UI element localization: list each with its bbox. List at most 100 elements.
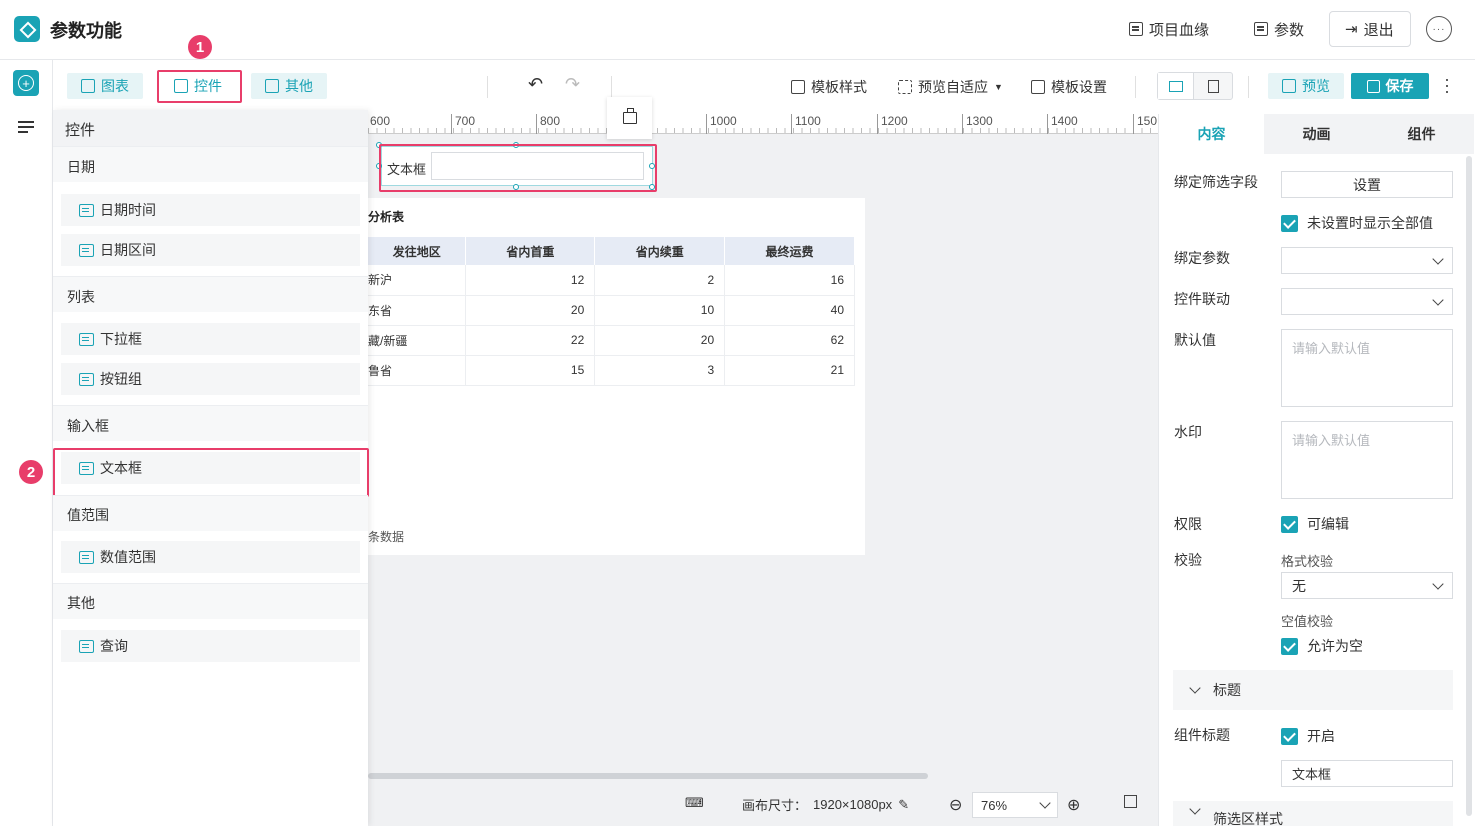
section-title: 列表	[67, 289, 95, 305]
zoom-in-icon[interactable]: ⊕	[1067, 795, 1080, 815]
toolbar-divider	[487, 76, 488, 98]
library-item-number-range[interactable]: 数值范围	[61, 541, 360, 573]
horizontal-scrollbar[interactable]	[368, 773, 928, 779]
format-validation-select[interactable]: 无	[1281, 572, 1453, 599]
zoom-select[interactable]: 76%	[972, 792, 1058, 818]
caret-down-icon: ▼	[994, 82, 1003, 92]
allow-empty-checkbox[interactable]: 允许为空	[1281, 636, 1363, 656]
save-button[interactable]: 保存	[1351, 73, 1429, 99]
canvas-size[interactable]: 画布尺寸： 1920×1080px ✎	[742, 795, 909, 814]
table-header: 最终运费	[724, 237, 855, 265]
show-all-checkbox[interactable]: 未设置时显示全部值	[1281, 213, 1433, 233]
add-component-button[interactable]: +	[13, 70, 39, 96]
more-options-icon[interactable]: ···	[1426, 16, 1452, 42]
lineage-icon	[1129, 22, 1143, 36]
number-range-icon	[79, 550, 94, 564]
fullscreen-icon[interactable]	[1124, 795, 1137, 808]
section-title: 其他	[67, 595, 95, 611]
template-style-button[interactable]: 模板样式	[791, 77, 867, 97]
table-cell: 12	[465, 265, 596, 296]
title-text-input[interactable]: 文本框	[1281, 760, 1453, 787]
exit-button-content[interactable]: ⇥ 退出	[1345, 18, 1394, 40]
redo-icon[interactable]: ↷	[565, 74, 580, 95]
library-item-query[interactable]: 查询	[61, 630, 360, 662]
save-icon	[1366, 79, 1380, 93]
table-cell: 15	[465, 355, 596, 386]
table-row: 东省 20 10 40	[368, 295, 855, 326]
table-header: 发往地区	[368, 237, 467, 265]
app-logo-icon	[14, 16, 40, 42]
left-rail	[0, 60, 53, 826]
table-header: 省内续重	[594, 237, 726, 265]
floating-toolbox-button[interactable]	[607, 97, 652, 139]
chevron-down-icon	[1189, 682, 1201, 694]
default-value-textarea[interactable]: 请输入默认值	[1281, 329, 1453, 407]
undo-icon[interactable]: ↶	[528, 74, 543, 95]
tab-content[interactable]: 内容	[1159, 114, 1264, 154]
table-row: 藏/新疆 22 20 62	[368, 325, 855, 356]
panel-scrollbar[interactable]	[1466, 156, 1472, 816]
desktop-view-button[interactable]	[1158, 73, 1194, 99]
tab-charts[interactable]: 图表	[67, 73, 143, 99]
filter-style-group-header[interactable]: 筛选区样式	[1173, 801, 1453, 826]
table-cell: 新沪	[368, 265, 467, 296]
title-group-header[interactable]: 标题	[1173, 670, 1453, 710]
highlight-box-1	[157, 70, 242, 103]
table-header: 省内首重	[465, 237, 596, 265]
exit-icon: ⇥	[1345, 21, 1358, 38]
toolbar-divider	[1135, 76, 1136, 98]
checkbox-checked-icon	[1281, 214, 1298, 232]
ruler-label: 1300	[962, 114, 993, 134]
params-icon	[1254, 22, 1268, 36]
table-cell: 22	[465, 325, 596, 356]
bind-param-select[interactable]	[1281, 247, 1453, 274]
ruler-label: 1000	[706, 114, 737, 134]
keyboard-icon[interactable]: ⌨	[685, 795, 704, 811]
default-value-label: 默认值	[1174, 332, 1216, 348]
other-icon	[265, 79, 279, 93]
control-link-label: 控件联动	[1174, 291, 1230, 307]
tab-component[interactable]: 组件	[1369, 114, 1474, 154]
checkbox-checked-icon	[1281, 515, 1298, 533]
tab-animation[interactable]: 动画	[1264, 114, 1369, 154]
chart-icon	[81, 79, 95, 93]
zoom-out-icon[interactable]: ⊖	[949, 795, 962, 815]
chevron-down-icon	[1432, 293, 1444, 306]
editable-checkbox[interactable]: 可编辑	[1281, 514, 1349, 534]
bind-filter-field-label: 绑定筛选字段	[1174, 174, 1258, 190]
tab-other[interactable]: 其他	[251, 73, 327, 99]
template-settings-button[interactable]: 模板设置	[1031, 77, 1107, 97]
section-title: 日期	[67, 159, 95, 175]
library-section-list	[53, 276, 368, 312]
button-group-icon	[79, 372, 94, 386]
library-item-button-group[interactable]: 按钮组	[61, 363, 360, 395]
library-title: 控件	[65, 122, 96, 139]
table-row: 鲁省 15 3 21	[368, 355, 855, 386]
toolbar-divider	[1248, 76, 1249, 98]
preview-fit-dropdown[interactable]: 预览自适应 ▼	[898, 77, 1003, 97]
outline-list-icon[interactable]	[18, 121, 34, 133]
kebab-menu-icon[interactable]: · · ·	[1440, 70, 1454, 100]
template-settings-icon	[1031, 80, 1045, 94]
tablet-view-button[interactable]	[1195, 73, 1232, 99]
section-title: 值范围	[67, 507, 109, 523]
validation-label: 校验	[1174, 552, 1202, 568]
library-item-dropdown[interactable]: 下拉框	[61, 323, 360, 355]
project-lineage-button[interactable]: 项目血缘	[1129, 18, 1209, 40]
watermark-textarea[interactable]: 请输入默认值	[1281, 421, 1453, 499]
params-button[interactable]: 参数	[1254, 18, 1304, 40]
highlight-box-3	[379, 144, 657, 192]
preview-button[interactable]: 预览	[1268, 73, 1344, 99]
component-title-label: 组件标题	[1174, 727, 1230, 743]
library-item-daterange[interactable]: 日期区间	[61, 234, 360, 266]
table-cell: 40	[724, 295, 855, 326]
watermark-label: 水印	[1174, 424, 1202, 440]
ruler-label: 600	[366, 114, 390, 134]
library-item-datetime[interactable]: 日期时间	[61, 194, 360, 226]
control-link-select[interactable]	[1281, 288, 1453, 315]
edit-pen-icon: ✎	[898, 796, 910, 812]
table-cell: 20	[594, 325, 726, 356]
permission-label: 权限	[1174, 516, 1202, 532]
title-enable-checkbox[interactable]: 开启	[1281, 726, 1335, 746]
filter-field-settings-button[interactable]: 设置	[1281, 171, 1453, 198]
